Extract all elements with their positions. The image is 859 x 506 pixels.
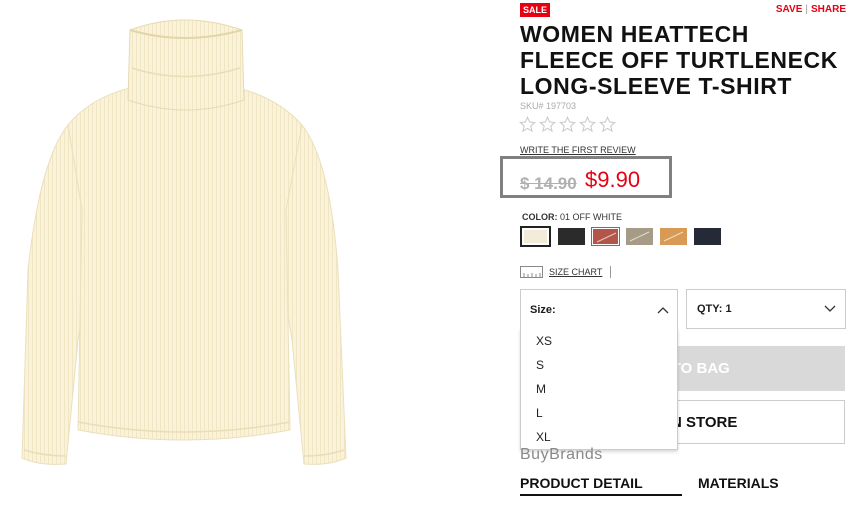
color-swatch-beige[interactable] [626, 228, 653, 245]
quantity-label: QTY: 1 [697, 303, 732, 315]
chevron-down-icon [824, 305, 836, 312]
color-swatch-black[interactable] [558, 228, 585, 245]
write-review-link[interactable]: WRITE THE FIRST REVIEW [520, 145, 636, 155]
star-icon[interactable] [539, 116, 556, 133]
color-label-prefix: COLOR: [522, 212, 558, 222]
size-option[interactable]: XL [536, 430, 551, 444]
product-image [21, 19, 347, 465]
color-swatch-navy[interactable] [694, 228, 721, 245]
product-title: WOMEN HEATTECH FLEECE OFF TURTLENECK LON… [520, 21, 838, 99]
top-links: SAVE | SHARE [776, 4, 846, 15]
size-chart[interactable]: SIZE CHART [520, 266, 612, 278]
size-chart-link[interactable]: SIZE CHART [549, 267, 602, 277]
color-swatch-red[interactable] [591, 227, 620, 246]
size-select-label: Size: [530, 304, 556, 316]
color-swatch-orange[interactable] [660, 228, 687, 245]
star-icon[interactable] [599, 116, 616, 133]
sale-badge: SALE [520, 3, 551, 17]
ruler-icon [520, 266, 543, 278]
color-swatches [520, 226, 721, 247]
size-option[interactable]: XS [536, 334, 552, 348]
quantity-select[interactable]: QTY: 1 [686, 289, 846, 329]
divider [610, 266, 612, 278]
product-sku: SKU# 197703 [520, 101, 577, 111]
rating-stars[interactable] [519, 116, 616, 133]
star-icon[interactable] [519, 116, 536, 133]
size-select[interactable]: Size: [520, 289, 678, 329]
active-tab-indicator [520, 494, 682, 496]
color-label: COLOR: 01 OFF WHITE [522, 212, 622, 222]
chevron-up-icon [657, 307, 669, 314]
star-icon[interactable] [559, 116, 576, 133]
size-option[interactable]: S [536, 358, 544, 372]
product-tabs: PRODUCT DETAIL MATERIALS [520, 473, 845, 496]
star-icon[interactable] [579, 116, 596, 133]
size-dropdown-menu: XS S M L XL [520, 328, 678, 450]
size-option[interactable]: L [536, 406, 543, 420]
save-link[interactable]: SAVE [776, 4, 803, 15]
sale-price: $9.90 [585, 167, 641, 192]
tab-product-detail[interactable]: PRODUCT DETAIL [520, 475, 643, 491]
tab-materials[interactable]: MATERIALS [698, 475, 779, 491]
original-price: $ 14.90 [520, 174, 577, 193]
share-link[interactable]: SHARE [811, 4, 846, 15]
size-option[interactable]: M [536, 382, 546, 396]
color-selected-name: 01 OFF WHITE [560, 212, 623, 222]
watermark: BuyBrands [520, 446, 603, 463]
link-separator: | [805, 4, 808, 15]
color-swatch-off-white[interactable] [520, 226, 551, 247]
